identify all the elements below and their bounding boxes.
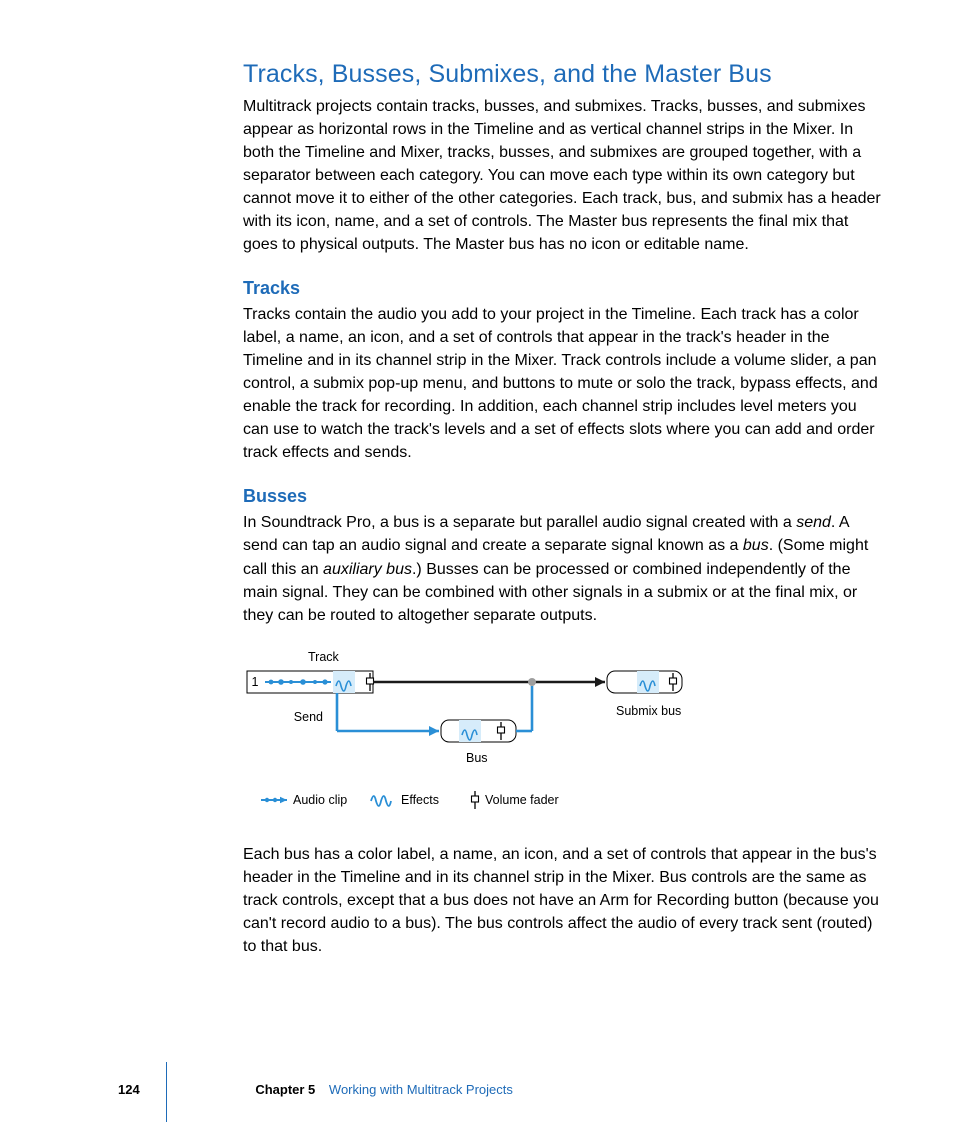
page-number: 124	[118, 1082, 140, 1097]
chapter-label: Chapter 5	[255, 1082, 315, 1097]
legend: Audio clip Effects Volume fader	[261, 791, 559, 809]
label-track: Track	[308, 650, 340, 664]
bus-return-line	[516, 686, 532, 731]
text-italic: send	[796, 514, 831, 531]
busses-heading: Busses	[243, 486, 885, 507]
track-node: 1	[247, 671, 374, 693]
label-send: Send	[294, 710, 323, 724]
bus-node	[441, 720, 516, 742]
arrowhead-icon	[595, 677, 605, 687]
signal-flow-diagram: Track 1	[243, 649, 885, 829]
track-number: 1	[252, 675, 259, 689]
busses-paragraph-2: Each bus has a color label, a name, an i…	[243, 843, 885, 958]
tracks-heading: Tracks	[243, 278, 885, 299]
busses-paragraph-1: In Soundtrack Pro, a bus is a separate b…	[243, 511, 885, 626]
chapter-title: Working with Multitrack Projects	[329, 1082, 513, 1097]
submix-node	[607, 671, 682, 693]
text-italic: bus	[743, 537, 769, 554]
intro-paragraph: Multitrack projects contain tracks, buss…	[243, 95, 885, 256]
label-bus: Bus	[466, 751, 488, 765]
legend-volume-fader: Volume fader	[485, 793, 559, 807]
tap-node	[528, 678, 536, 686]
page-footer: 124 Chapter 5 Working with Multitrack Pr…	[118, 1082, 878, 1097]
text-italic: auxiliary bus	[323, 561, 412, 578]
legend-effects: Effects	[401, 793, 439, 807]
label-submix: Submix bus	[616, 704, 681, 718]
legend-audio-clip: Audio clip	[293, 793, 347, 807]
tracks-paragraph: Tracks contain the audio you add to your…	[243, 303, 885, 464]
text-run: In Soundtrack Pro, a bus is a separate b…	[243, 514, 796, 531]
send-line	[337, 693, 439, 736]
section-heading: Tracks, Busses, Submixes, and the Master…	[243, 60, 885, 89]
